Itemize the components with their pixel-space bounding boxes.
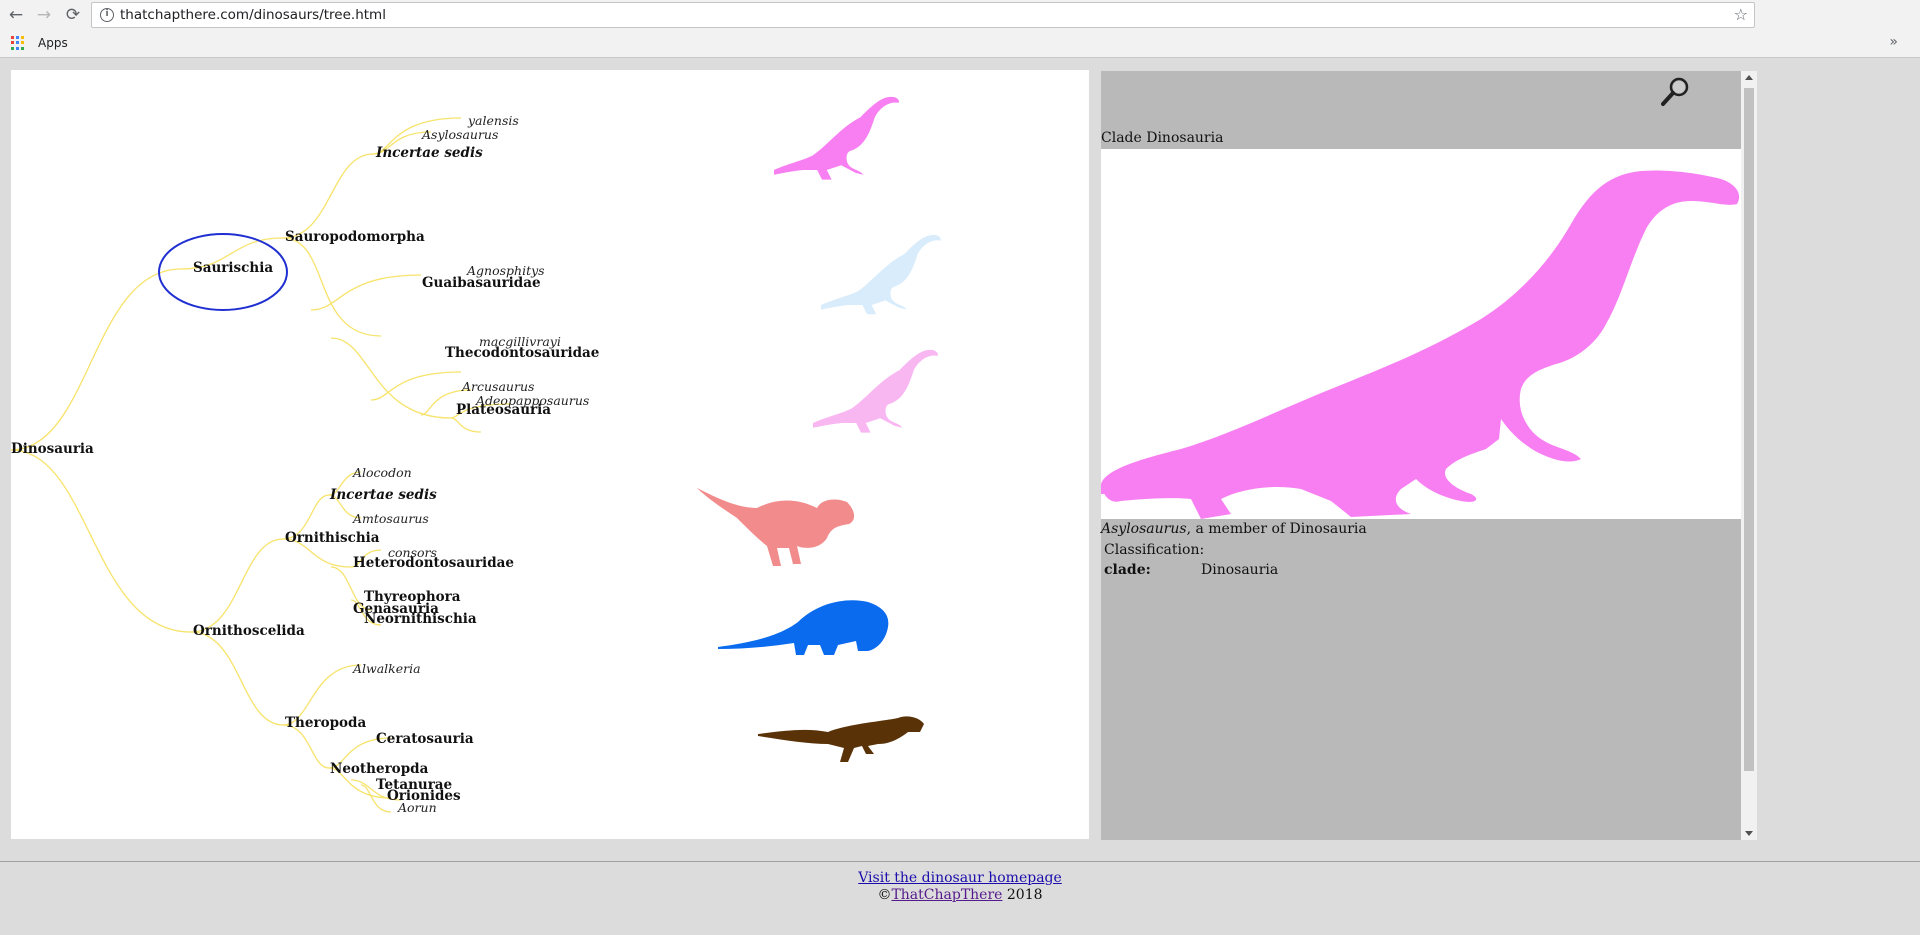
tree-leaf-agnosphitys[interactable]: Agnosphitys: [467, 263, 545, 278]
image-caption: Asylosaurus, a member of Dinosauria: [1101, 521, 1367, 537]
tree-leaf-alocodon[interactable]: Alocodon: [353, 465, 412, 480]
scroll-up-arrow-icon[interactable]: [1745, 75, 1753, 80]
tree-node-neornithischia[interactable]: Neornithischia: [364, 611, 477, 627]
tree-node-ornithoscelida[interactable]: Ornithoscelida: [193, 623, 305, 639]
url-text[interactable]: thatchapthere.com/dinosaurs/tree.html: [120, 7, 386, 23]
info-panel: Clade Dinosauria Asylosaurus, a member o…: [1101, 71, 1741, 840]
site-info-icon[interactable]: i: [100, 8, 114, 22]
author-link[interactable]: ThatChapThere: [891, 887, 1002, 903]
tree-leaf-asylosaurus[interactable]: Asylosaurus: [422, 127, 498, 142]
tree-node-sauropodomorpha[interactable]: Sauropodomorpha: [285, 229, 425, 245]
address-bar[interactable]: i thatchapthere.com/dinosaurs/tree.html …: [91, 2, 1755, 28]
tree-leaf-alwalkeria[interactable]: Alwalkeria: [353, 661, 421, 676]
scroll-thumb[interactable]: [1744, 88, 1754, 771]
reload-icon[interactable]: ⟳: [61, 3, 85, 27]
asylosaurus-silhouette: [1101, 170, 1740, 519]
selected-dinosaur-image: [1101, 149, 1741, 519]
magnifier-icon[interactable]: [1659, 75, 1693, 109]
sauropodomorph-silhouette: [821, 234, 941, 315]
tree-node-dinosauria[interactable]: Dinosauria: [11, 441, 94, 457]
footer-home: Visit the dinosaur homepage: [0, 870, 1920, 886]
bookmarks-overflow-icon[interactable]: »: [1889, 34, 1898, 50]
forward-arrow-icon[interactable]: →: [32, 3, 56, 27]
classification-label: Classification:: [1104, 542, 1205, 558]
tree-node-neotheropda[interactable]: Neotheropda: [330, 761, 428, 777]
info-header: Clade Dinosauria: [1101, 71, 1741, 149]
copyright-line: ©ThatChapThere 2018: [877, 887, 1043, 903]
apps-bookmark[interactable]: Apps: [38, 36, 68, 50]
classification-value: Dinosauria: [1201, 562, 1279, 578]
browser-chrome: ← → ⟳ i thatchapthere.com/dinosaurs/tree…: [0, 0, 1920, 58]
tree-node-incertae-sedis-ornithischia[interactable]: Incertae sedis: [330, 487, 437, 503]
ankylosaur-silhouette: [718, 600, 889, 655]
info-scrollbar[interactable]: [1741, 71, 1757, 840]
tree-branches: [11, 96, 941, 813]
back-arrow-icon[interactable]: ←: [4, 3, 28, 27]
phylogeny-tree-panel: Dinosauria Saurischia Sauropodomorpha In…: [11, 70, 1089, 839]
tree-leaf-aorun[interactable]: Aorun: [398, 800, 437, 815]
clade-title: Clade Dinosauria: [1101, 130, 1224, 146]
tree-node-saurischia[interactable]: Saurischia: [193, 260, 273, 276]
sauropodomorph-silhouette: [813, 349, 938, 433]
theropod-silhouette: [758, 716, 924, 762]
footer-divider: [0, 861, 1920, 862]
branch-lines: [11, 117, 512, 813]
sauropodomorph-silhouette: [774, 96, 899, 180]
bookmarks-bar: Apps »: [0, 32, 1920, 56]
bookmark-star-icon[interactable]: ☆: [1734, 5, 1748, 24]
apps-grid-icon[interactable]: [11, 36, 25, 50]
tree-node-theropoda[interactable]: Theropoda: [285, 715, 366, 731]
tree-leaf-arcusaurus[interactable]: Arcusaurus: [462, 379, 534, 394]
tree-node-ornithischia[interactable]: Ornithischia: [285, 530, 380, 546]
tree-leaf-yalensis[interactable]: yalensis: [468, 113, 519, 128]
ornithopod-silhouette: [697, 488, 855, 566]
classification-key: clade:: [1104, 562, 1151, 578]
scroll-down-arrow-icon[interactable]: [1745, 831, 1753, 836]
tree-node-plateosauria[interactable]: Plateosauria: [456, 402, 551, 418]
dinosaur-homepage-link[interactable]: Visit the dinosaur homepage: [858, 870, 1062, 886]
tree-node-heterodontosauridae[interactable]: Heterodontosauridae: [353, 555, 514, 571]
tree-node-ceratosauria[interactable]: Ceratosauria: [376, 731, 474, 747]
tree-node-incertae-sedis-saurischia[interactable]: Incertae sedis: [376, 145, 483, 161]
tree-leaf-amtosaurus[interactable]: Amtosaurus: [353, 511, 429, 526]
tree-leaf-macgillivrayi[interactable]: macgillivrayi: [479, 334, 561, 349]
